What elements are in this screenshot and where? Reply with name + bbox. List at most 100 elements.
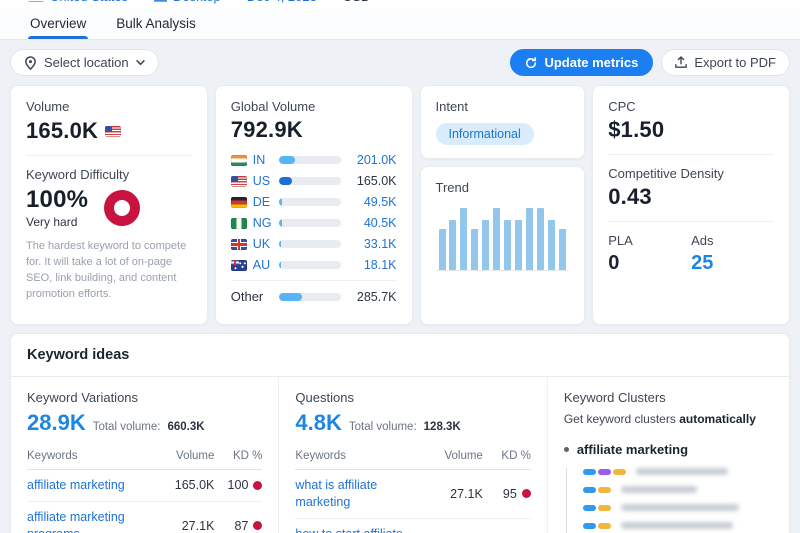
questions-table-header: Keywords Volume KD % xyxy=(295,450,531,470)
trend-bar xyxy=(438,229,446,270)
other-bar-track xyxy=(278,292,341,301)
clusters-subtitle: Get keyword clusters automatically xyxy=(563,412,756,426)
table-row: what is affiliate marketing 27.1K 95 xyxy=(295,470,531,519)
global-volume-label: Global Volume xyxy=(230,99,316,114)
keyword-variations-column: Keyword Variations 28.9K Total volume: 6… xyxy=(11,377,280,533)
other-bar-fill xyxy=(278,292,303,301)
cpc-label: CPC xyxy=(608,99,636,114)
pla-label: PLA xyxy=(608,233,633,248)
trend-bar xyxy=(471,229,479,270)
country-bar-track xyxy=(278,177,341,185)
us-flag-icon xyxy=(28,0,44,2)
trend-chart xyxy=(435,207,570,271)
country-bar-track xyxy=(278,240,341,248)
country-code-link[interactable]: UK xyxy=(253,237,279,251)
in-flag-icon xyxy=(230,154,247,166)
trend-bar xyxy=(515,220,523,270)
cluster-child-row[interactable] xyxy=(582,486,773,493)
redacted-cluster-label xyxy=(635,468,728,475)
other-value: 285.7K xyxy=(356,289,397,304)
keyword-link[interactable]: affiliate marketing programs xyxy=(27,509,162,533)
keyword-ideas-title: Keyword ideas xyxy=(11,334,789,377)
table-row: how to start affiliate marketing5.4K82 xyxy=(295,519,530,533)
global-volume-value: 792.9K xyxy=(230,117,303,142)
table-row: affiliate marketing programs 27.1K87 xyxy=(27,502,263,533)
country-code-link[interactable]: AU xyxy=(253,258,279,272)
redacted-cluster-label xyxy=(620,486,697,493)
global-volume-row: DE 49.5K xyxy=(230,195,397,209)
variations-table-header: Keywords Volume KD % xyxy=(27,450,263,470)
trend-bar xyxy=(537,208,545,270)
keyword-clusters-column: Keyword Clusters Get keyword clusters au… xyxy=(548,377,789,533)
location-picker[interactable]: United States xyxy=(28,0,128,4)
currency-selector[interactable]: USD xyxy=(343,0,370,4)
kd-cell: 87 xyxy=(214,519,263,533)
keywords-column-header: Keywords xyxy=(295,450,346,462)
ads-value[interactable]: 25 xyxy=(691,252,774,275)
country-volume-value: 201.0K xyxy=(356,153,397,167)
keyword-link[interactable]: affiliate marketing xyxy=(27,477,162,494)
country-code-link[interactable]: NG xyxy=(253,216,279,230)
cluster-chip-icon xyxy=(582,522,596,529)
cluster-children xyxy=(565,468,773,533)
au-flag-icon xyxy=(230,259,247,271)
us-flag-icon xyxy=(230,175,247,187)
cluster-root-bullet-icon xyxy=(563,447,569,452)
cluster-child-row[interactable] xyxy=(582,468,773,475)
cluster-chip-icon xyxy=(582,468,596,475)
de-flag-icon xyxy=(230,196,247,208)
kd-dot-icon xyxy=(253,521,263,531)
variations-total-label: Total volume: xyxy=(92,421,161,433)
keyword-link[interactable]: what is affiliate marketing xyxy=(295,477,430,511)
difficulty-donut-chart xyxy=(104,189,141,226)
intent-badge[interactable]: Informational xyxy=(435,123,534,145)
kd-dot-icon xyxy=(253,480,263,490)
date-picker[interactable]: Dec 4, 2023 xyxy=(247,0,317,4)
export-to-pdf-label: Export to PDF xyxy=(694,55,776,70)
select-location-dropdown[interactable]: Select location xyxy=(10,49,159,76)
country-code-link[interactable]: DE xyxy=(253,195,279,209)
questions-total-value: 128.3K xyxy=(423,421,461,433)
cluster-chip-icon xyxy=(597,522,611,529)
global-volume-row: UK 33.1K xyxy=(230,237,397,251)
date-picker-label: Dec 4, 2023 xyxy=(247,0,317,4)
country-code-link[interactable]: IN xyxy=(253,153,279,167)
kd-column-header: KD % xyxy=(233,450,263,462)
variations-title: Keyword Variations xyxy=(27,390,139,405)
volume-cell: 27.1K xyxy=(450,486,483,501)
trend-bar xyxy=(526,208,534,270)
cluster-root-label[interactable]: affiliate marketing xyxy=(577,442,688,457)
cluster-chip-icon xyxy=(597,468,611,475)
variations-total-value: 660.3K xyxy=(167,421,205,433)
volume-label: Volume xyxy=(26,99,70,114)
trend-bar xyxy=(559,229,567,270)
export-to-pdf-button[interactable]: Export to PDF xyxy=(661,49,790,76)
toolbar: Select location Update metrics Export to… xyxy=(10,49,790,76)
redacted-cluster-label xyxy=(620,504,739,511)
kd-cell: 95 xyxy=(483,487,531,501)
keyword-link[interactable]: how to start affiliate marketing xyxy=(295,526,430,533)
cluster-child-row[interactable] xyxy=(582,504,773,511)
country-bar-fill xyxy=(278,219,282,227)
competitive-density-label: Competitive Density xyxy=(608,166,724,181)
global-volume-other-row: Other 285.7K xyxy=(231,289,397,304)
country-volume-value: 165.0K xyxy=(356,174,397,188)
cluster-tree: affiliate marketing and more clusters xyxy=(563,442,773,533)
trend-card: Trend xyxy=(419,166,586,325)
questions-count[interactable]: 4.8K xyxy=(295,410,341,436)
country-code-link[interactable]: US xyxy=(253,174,279,188)
country-volume-value: 33.1K xyxy=(363,237,397,251)
country-bar-track xyxy=(278,219,341,227)
global-volume-row: AU 18.1K xyxy=(230,258,397,272)
device-picker[interactable]: Desktop xyxy=(154,0,221,4)
update-metrics-button[interactable]: Update metrics xyxy=(510,49,654,76)
global-volume-row: US 165.0K xyxy=(230,174,397,188)
chevron-down-icon xyxy=(135,59,145,65)
cluster-child-row[interactable] xyxy=(582,522,773,529)
tab-overview[interactable]: Overview xyxy=(28,9,89,39)
global-volume-rows: IN 201.0K US 165.0K DE 49.5K NG 40.5K UK 33.1K AU 1… xyxy=(230,153,397,272)
variations-count[interactable]: 28.9K xyxy=(27,410,86,436)
tab-bulk-analysis[interactable]: Bulk Analysis xyxy=(114,9,198,39)
trend-bar xyxy=(548,220,556,270)
cluster-chips-icon xyxy=(582,504,611,511)
